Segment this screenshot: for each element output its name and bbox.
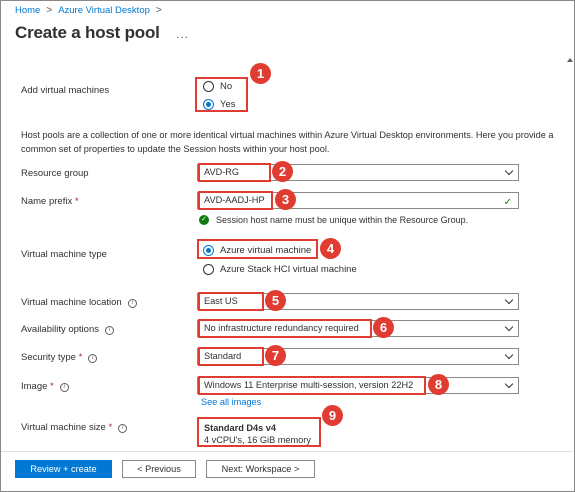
security-type-value: Standard — [204, 351, 242, 361]
checkmark-icon: ✓ — [503, 197, 512, 208]
required-marker: * — [74, 196, 79, 207]
breadcrumb: Home > Azure Virtual Desktop > — [15, 5, 168, 16]
callout-badge: 3 — [275, 189, 296, 210]
scroll-up-icon[interactable] — [567, 58, 573, 62]
required-marker: * — [50, 381, 54, 392]
vm-location-value: East US — [204, 296, 238, 306]
callout-badge: 2 — [272, 161, 293, 182]
resource-group-label: Resource group — [21, 168, 89, 179]
radio-label: Azure Stack HCI virtual machine — [220, 264, 357, 275]
availability-label: Availability options i — [21, 324, 114, 335]
info-icon[interactable]: i — [59, 383, 69, 392]
callout-badge: 8 — [428, 374, 449, 395]
vm-location-label-text: Virtual machine location — [21, 297, 122, 308]
success-check-icon: ✓ — [199, 215, 209, 225]
radio-icon[interactable] — [203, 264, 214, 275]
info-icon[interactable]: i — [88, 354, 98, 363]
availability-label-text: Availability options — [21, 324, 99, 335]
highlight-box-4 — [197, 239, 318, 259]
info-icon[interactable]: i — [127, 299, 137, 308]
validation-text: Session host name must be unique within … — [216, 215, 469, 225]
name-prefix-value: AVD-AADJ-HP — [204, 195, 265, 205]
name-prefix-label-text: Name prefix — [21, 196, 73, 207]
breadcrumb-home[interactable]: Home — [15, 5, 40, 16]
breadcrumb-azure-virtual-desktop[interactable]: Azure Virtual Desktop — [58, 5, 150, 16]
more-options-icon[interactable]: ... — [176, 27, 189, 41]
footer-divider — [1, 451, 573, 452]
callout-badge: 7 — [265, 345, 286, 366]
resource-group-value: AVD-RG — [204, 167, 240, 177]
breadcrumb-separator: > — [155, 5, 162, 16]
callout-badge: 1 — [250, 63, 271, 84]
validation-message: ✓ Session host name must be unique withi… — [199, 215, 468, 225]
callout-badge: 9 — [322, 405, 343, 426]
see-all-images-link[interactable]: See all images — [201, 397, 261, 407]
image-label-text: Image — [21, 381, 48, 392]
callout-badge: 6 — [373, 317, 394, 338]
callout-badge: 4 — [320, 238, 341, 259]
radio-azure-stack-hci[interactable]: Azure Stack HCI virtual machine — [203, 264, 357, 275]
availability-value: No infrastructure redundancy required — [204, 323, 359, 333]
info-icon[interactable]: i — [118, 424, 128, 433]
chevron-down-icon — [504, 379, 514, 389]
highlight-box-1 — [195, 77, 248, 112]
host-pool-description: Host pools are a collection of one or mo… — [21, 130, 554, 154]
required-marker: * — [78, 352, 83, 363]
page-title: Create a host pool — [15, 23, 160, 42]
chevron-down-icon — [504, 166, 514, 176]
callout-badge: 5 — [265, 290, 286, 311]
security-type-label: Security type * i — [21, 352, 98, 363]
required-marker: * — [108, 422, 113, 433]
chevron-down-icon — [504, 295, 514, 305]
next-workspace-button[interactable]: Next: Workspace > — [206, 460, 315, 478]
vm-type-label: Virtual machine type — [21, 249, 107, 260]
security-type-label-text: Security type — [21, 352, 76, 363]
image-label: Image * i — [21, 381, 69, 392]
image-value: Windows 11 Enterprise multi-session, ver… — [204, 380, 414, 390]
review-create-button[interactable]: Review + create — [15, 460, 112, 478]
info-icon[interactable]: i — [104, 326, 114, 335]
chevron-down-icon — [504, 350, 514, 360]
vm-size-label-text: Virtual machine size — [21, 422, 106, 433]
vm-size-label: Virtual machine size * i — [21, 422, 128, 433]
add-vms-label: Add virtual machines — [21, 85, 110, 96]
highlight-box-9 — [197, 417, 321, 447]
breadcrumb-separator: > — [46, 5, 53, 16]
name-prefix-label: Name prefix * — [21, 196, 79, 207]
previous-button[interactable]: < Previous — [122, 460, 196, 478]
chevron-down-icon — [504, 322, 514, 332]
vm-location-label: Virtual machine location i — [21, 297, 137, 308]
